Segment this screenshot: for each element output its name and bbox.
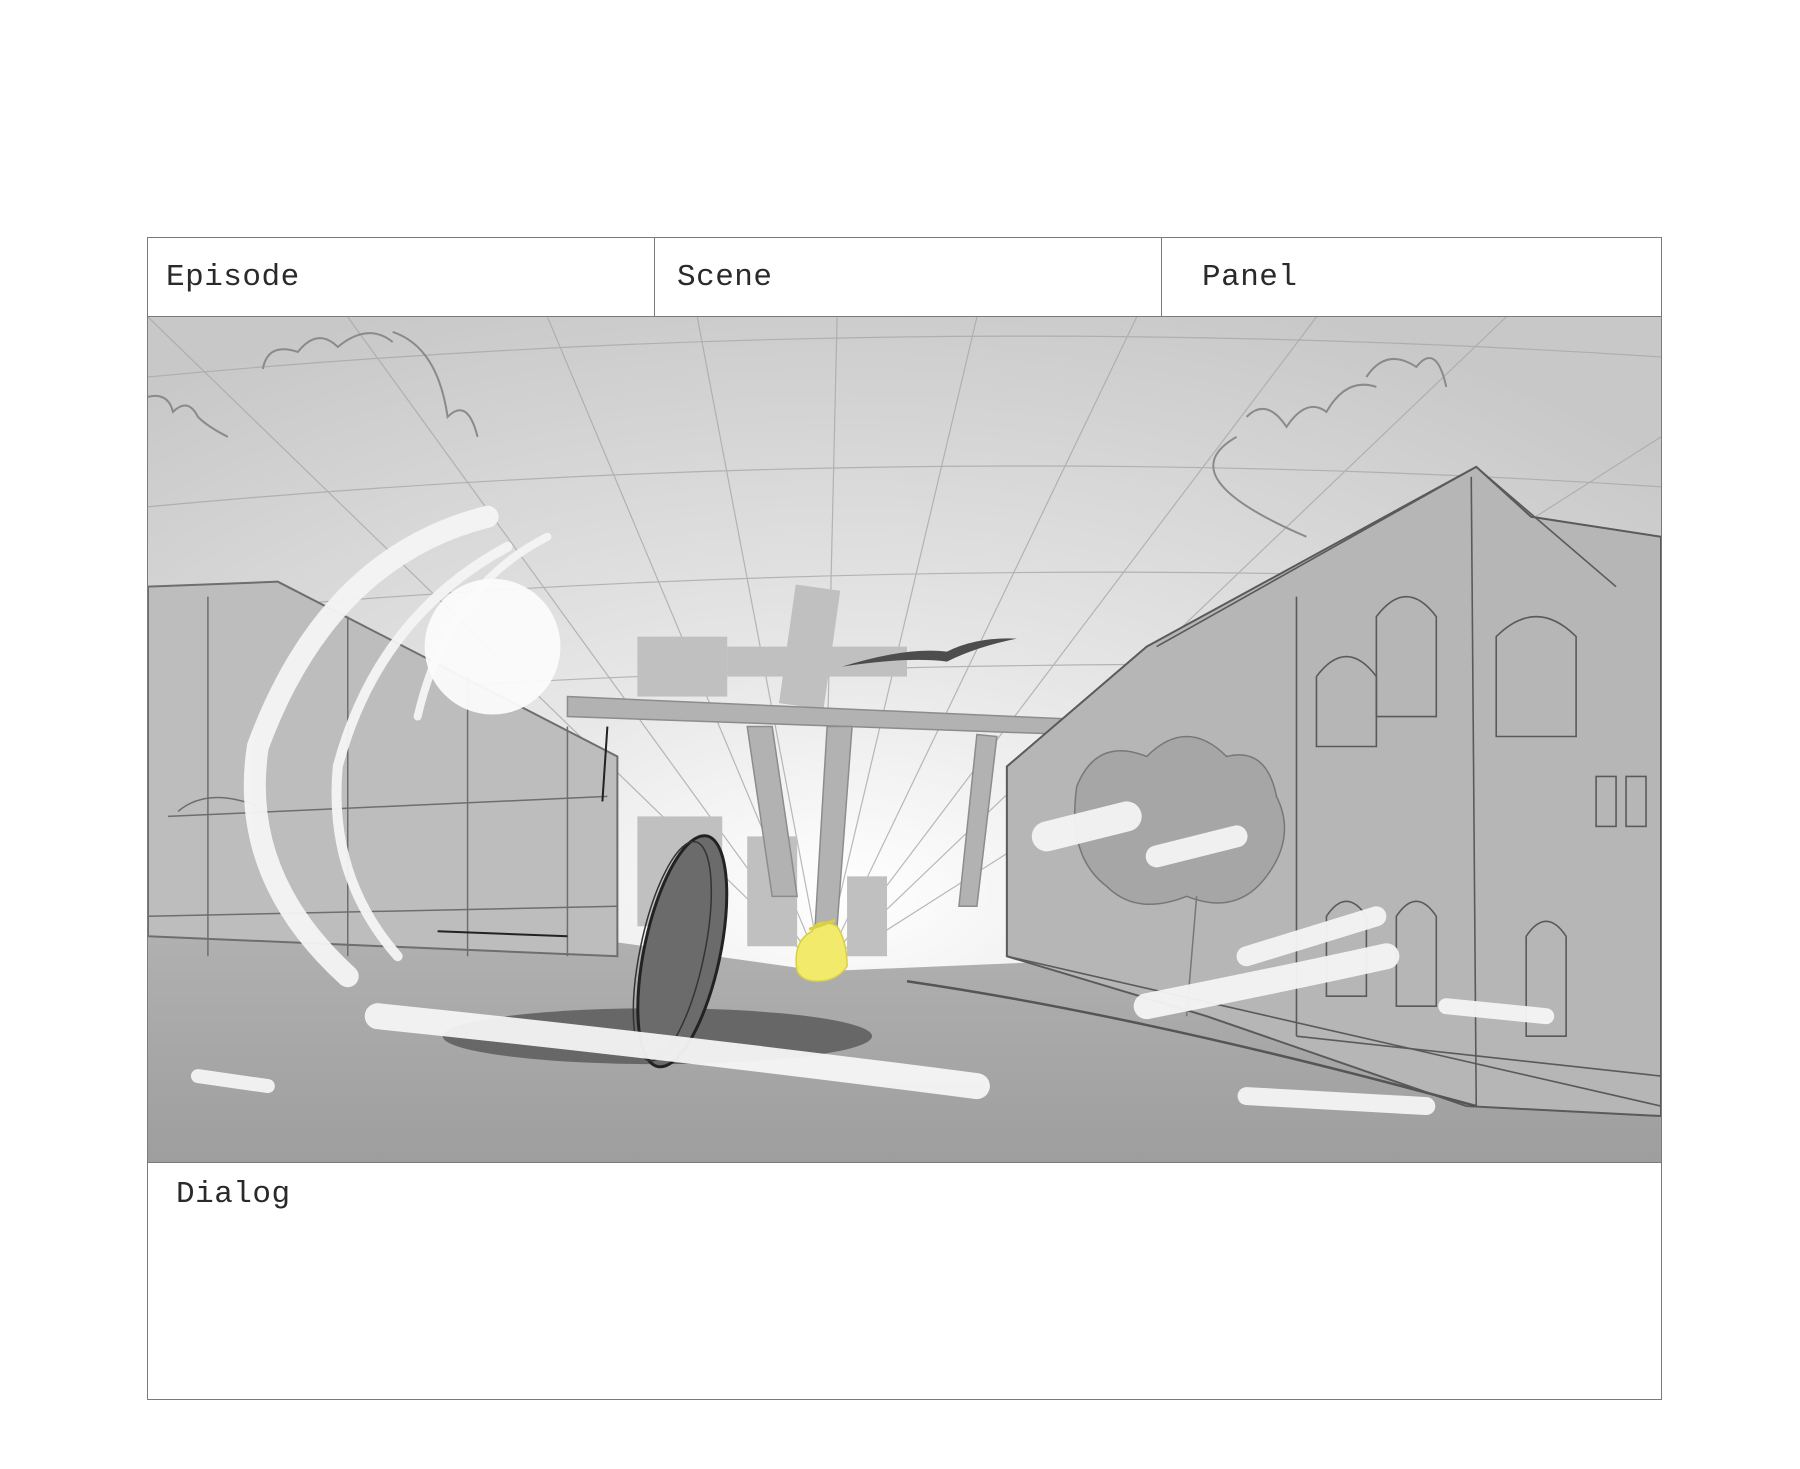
- episode-cell[interactable]: Episode: [148, 238, 655, 316]
- episode-label: Episode: [166, 260, 300, 295]
- panel-cell[interactable]: Panel: [1162, 238, 1661, 316]
- street-sketch-illustration: [148, 317, 1661, 1162]
- dialog-box[interactable]: Dialog: [148, 1163, 1661, 1399]
- storyboard-sheet: Episode Scene Panel Dialog: [147, 237, 1662, 1400]
- dialog-label: Dialog: [176, 1177, 291, 1212]
- panel-label: Panel: [1202, 260, 1298, 295]
- burst-flash: [424, 578, 561, 715]
- scene-label: Scene: [677, 260, 773, 295]
- storyboard-header: Episode Scene Panel: [148, 238, 1661, 317]
- storyboard-panel-image: [148, 317, 1661, 1163]
- scene-cell[interactable]: Scene: [655, 238, 1162, 316]
